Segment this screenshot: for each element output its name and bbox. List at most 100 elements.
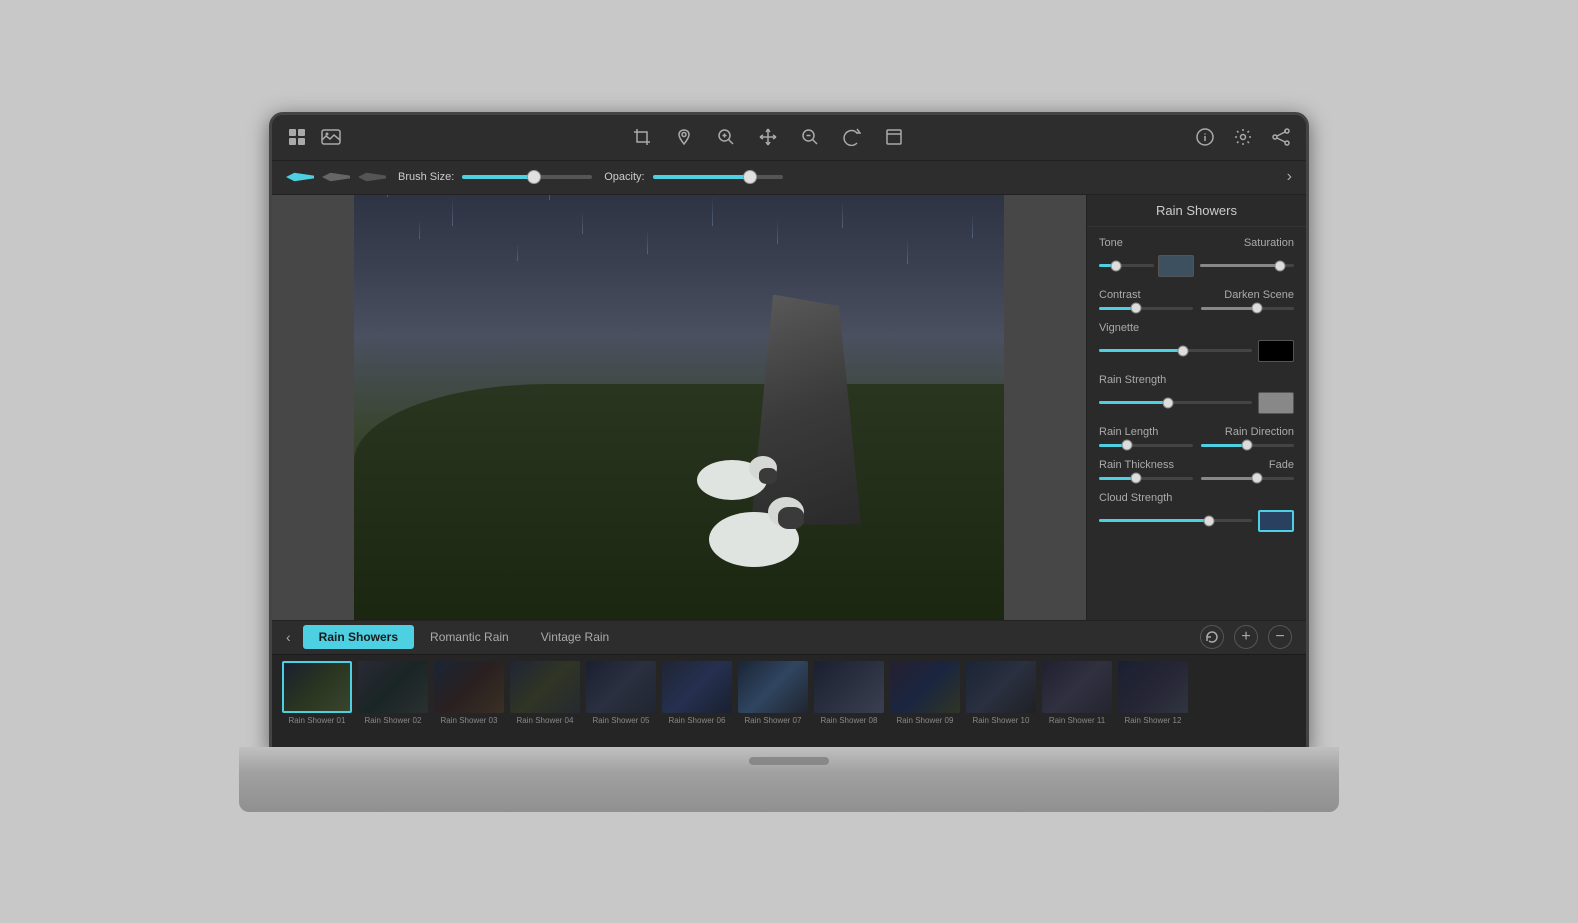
laptop-base (239, 747, 1339, 812)
share-icon[interactable] (1268, 124, 1294, 150)
cloud-strength-slider[interactable] (1099, 519, 1252, 522)
tab-chevron-icon[interactable]: ‹ (286, 629, 291, 645)
panel-content: Tone Saturation (1087, 227, 1306, 620)
filmstrip-item-6[interactable]: Rain Shower 06 (662, 661, 732, 725)
screen-bezel: Brush Size: Opacity: › (269, 112, 1309, 752)
settings-icon[interactable] (1230, 124, 1256, 150)
fade-slider[interactable] (1201, 477, 1295, 480)
chevron-right-icon[interactable]: › (1287, 168, 1292, 186)
filmstrip-label-1: Rain Shower 01 (289, 716, 346, 725)
vignette-swatch[interactable] (1258, 340, 1294, 362)
photo-scene (354, 195, 1004, 620)
filmstrip-item-11[interactable]: Rain Shower 11 (1042, 661, 1112, 725)
toolbar-left (284, 124, 344, 150)
filmstrip-label-7: Rain Shower 07 (745, 716, 802, 725)
info-icon[interactable] (1192, 124, 1218, 150)
rain-thickness-label: Rain Thickness (1099, 459, 1174, 471)
brush-tool-3[interactable] (358, 170, 386, 184)
rain-length-col (1099, 444, 1193, 447)
move-icon[interactable] (755, 124, 781, 150)
filmstrip-thumb-2 (358, 661, 428, 713)
filmstrip-thumb-8 (814, 661, 884, 713)
rain-direction-col (1201, 444, 1295, 447)
filmstrip-label-12: Rain Shower 12 (1125, 716, 1182, 725)
grid-icon[interactable] (284, 124, 310, 150)
rain-length-label: Rain Length (1099, 426, 1158, 438)
vignette-label-row: Vignette (1099, 322, 1294, 334)
filmstrip-item-12[interactable]: Rain Shower 12 (1118, 661, 1188, 725)
brush-toolbar: Brush Size: Opacity: › (272, 161, 1306, 195)
minus-icon[interactable]: − (1268, 625, 1292, 649)
filmstrip-label-10: Rain Shower 10 (973, 716, 1030, 725)
rain-length-direction-sliders (1099, 444, 1294, 447)
filmstrip-thumb-3 (434, 661, 504, 713)
filmstrip-thumb-12 (1118, 661, 1188, 713)
tab-rain-showers[interactable]: Rain Showers (303, 625, 414, 649)
redo-icon[interactable] (839, 124, 865, 150)
toolbar (272, 115, 1306, 161)
panel-title: Rain Showers (1087, 195, 1306, 227)
filmstrip-label-4: Rain Shower 04 (517, 716, 574, 725)
filmstrip-item-8[interactable]: Rain Shower 08 (814, 661, 884, 725)
refresh-icon[interactable] (1200, 625, 1224, 649)
cloud-strength-swatch[interactable] (1258, 510, 1294, 532)
bottom-tabs: ‹ Rain Showers Romantic Rain Vintage Rai… (272, 620, 1306, 654)
fade-label: Fade (1269, 459, 1294, 471)
fullscreen-icon[interactable] (881, 124, 907, 150)
tab-vintage-rain[interactable]: Vintage Rain (525, 625, 626, 649)
vignette-controls (1099, 340, 1294, 362)
photo-icon[interactable] (318, 124, 344, 150)
fade-col (1201, 477, 1295, 480)
contrast-darken-sliders (1099, 307, 1294, 310)
filmstrip-label-6: Rain Shower 06 (669, 716, 726, 725)
darken-scene-slider[interactable] (1201, 307, 1295, 310)
rain-direction-slider[interactable] (1201, 444, 1295, 447)
filmstrip-label-5: Rain Shower 05 (593, 716, 650, 725)
rain-thickness-slider[interactable] (1099, 477, 1193, 480)
toolbar-center (364, 124, 1172, 150)
rain-strength-label-row: Rain Strength (1099, 374, 1294, 386)
toolbar-right (1192, 124, 1294, 150)
rain-thickness-fade-sliders (1099, 477, 1294, 480)
rain-thickness-fade-labels: Rain Thickness Fade (1099, 459, 1294, 471)
brush-icons (286, 170, 386, 184)
tone-slider[interactable] (1099, 264, 1154, 267)
zoom-out-icon[interactable] (797, 124, 823, 150)
filmstrip-thumb-6 (662, 661, 732, 713)
tone-swatch[interactable] (1158, 255, 1194, 277)
tab-romantic-rain[interactable]: Romantic Rain (414, 625, 525, 649)
opacity-slider[interactable] (653, 175, 783, 179)
app-container: Brush Size: Opacity: › (272, 115, 1306, 749)
rain-length-slider[interactable] (1099, 444, 1193, 447)
filmstrip-item-7[interactable]: Rain Shower 07 (738, 661, 808, 725)
filmstrip-item-2[interactable]: Rain Shower 02 (358, 661, 428, 725)
filmstrip-item-9[interactable]: Rain Shower 09 (890, 661, 960, 725)
tone-saturation-controls (1099, 255, 1294, 277)
filmstrip-item-4[interactable]: Rain Shower 04 (510, 661, 580, 725)
vignette-slider[interactable] (1099, 349, 1252, 352)
rain-container (354, 195, 1004, 620)
add-icon[interactable]: + (1234, 625, 1258, 649)
brush-size-slider[interactable] (462, 175, 592, 179)
laptop-wrapper: Brush Size: Opacity: › (239, 112, 1339, 812)
rain-strength-slider[interactable] (1099, 401, 1252, 404)
cloud-strength-label-row: Cloud Strength (1099, 492, 1294, 504)
pin-icon[interactable] (671, 124, 697, 150)
filmstrip-label-3: Rain Shower 03 (441, 716, 498, 725)
saturation-slider[interactable] (1200, 264, 1294, 267)
tab-right-icons: + − (1200, 625, 1292, 649)
filmstrip-item-10[interactable]: Rain Shower 10 (966, 661, 1036, 725)
rain-strength-swatch[interactable] (1258, 392, 1294, 414)
filmstrip-item-5[interactable]: Rain Shower 05 (586, 661, 656, 725)
contrast-slider[interactable] (1099, 307, 1193, 310)
brush-tool-1[interactable] (286, 170, 314, 184)
brush-tool-2[interactable] (322, 170, 350, 184)
vignette-label: Vignette (1099, 322, 1139, 334)
filmstrip-item-1[interactable]: Rain Shower 01 (282, 661, 352, 725)
rain-thickness-col (1099, 477, 1193, 480)
crop-icon[interactable] (629, 124, 655, 150)
filmstrip-item-3[interactable]: Rain Shower 03 (434, 661, 504, 725)
cloud-strength-controls (1099, 510, 1294, 532)
zoom-in-icon[interactable] (713, 124, 739, 150)
opacity-label: Opacity: (604, 171, 644, 183)
